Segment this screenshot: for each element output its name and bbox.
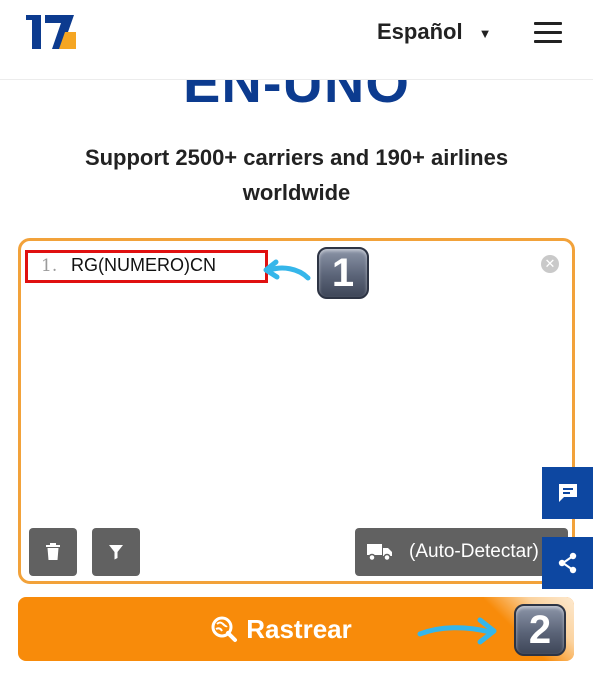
language-label: Español — [377, 19, 463, 44]
tracking-line[interactable]: 1. RG(NUMERO)CN — [41, 255, 216, 276]
delete-button[interactable] — [29, 528, 77, 576]
line-number: 1. — [41, 256, 58, 276]
hero-subtitle: Support 2500+ carriers and 190+ airlines… — [84, 145, 509, 205]
clear-circle-icon[interactable]: ✕ — [541, 255, 559, 273]
tracking-number-value[interactable]: RG(NUMERO)CN — [71, 255, 216, 276]
annotation-arrow-1 — [263, 259, 311, 281]
carrier-select-button[interactable]: (Auto-Detectar) — [355, 528, 568, 576]
filter-icon — [109, 545, 123, 560]
chat-button[interactable] — [542, 467, 593, 519]
top-header: Español ▼ — [0, 0, 593, 80]
track-button-label: Rastrear — [246, 613, 352, 644]
trash-icon — [46, 543, 60, 560]
truck-icon — [367, 544, 392, 561]
filter-button[interactable] — [92, 528, 140, 576]
caret-down-icon: ▼ — [478, 25, 492, 41]
share-icon — [558, 552, 576, 574]
hamburger-menu-icon[interactable] — [534, 22, 562, 44]
annotation-step-2-badge: 2 — [514, 604, 566, 656]
chat-icon — [558, 484, 577, 502]
tracking-number-textarea[interactable]: 1. RG(NUMERO)CN ✕ (Auto-Detectar) — [18, 238, 575, 584]
language-selector[interactable]: Español ▼ — [377, 19, 491, 45]
annotation-step-1-badge: 1 — [317, 247, 369, 299]
annotation-arrow-2 — [417, 617, 497, 645]
share-button[interactable] — [542, 537, 593, 589]
carrier-label: (Auto-Detectar) — [409, 541, 539, 562]
app-logo[interactable] — [26, 12, 78, 52]
search-globe-icon — [211, 616, 238, 642]
